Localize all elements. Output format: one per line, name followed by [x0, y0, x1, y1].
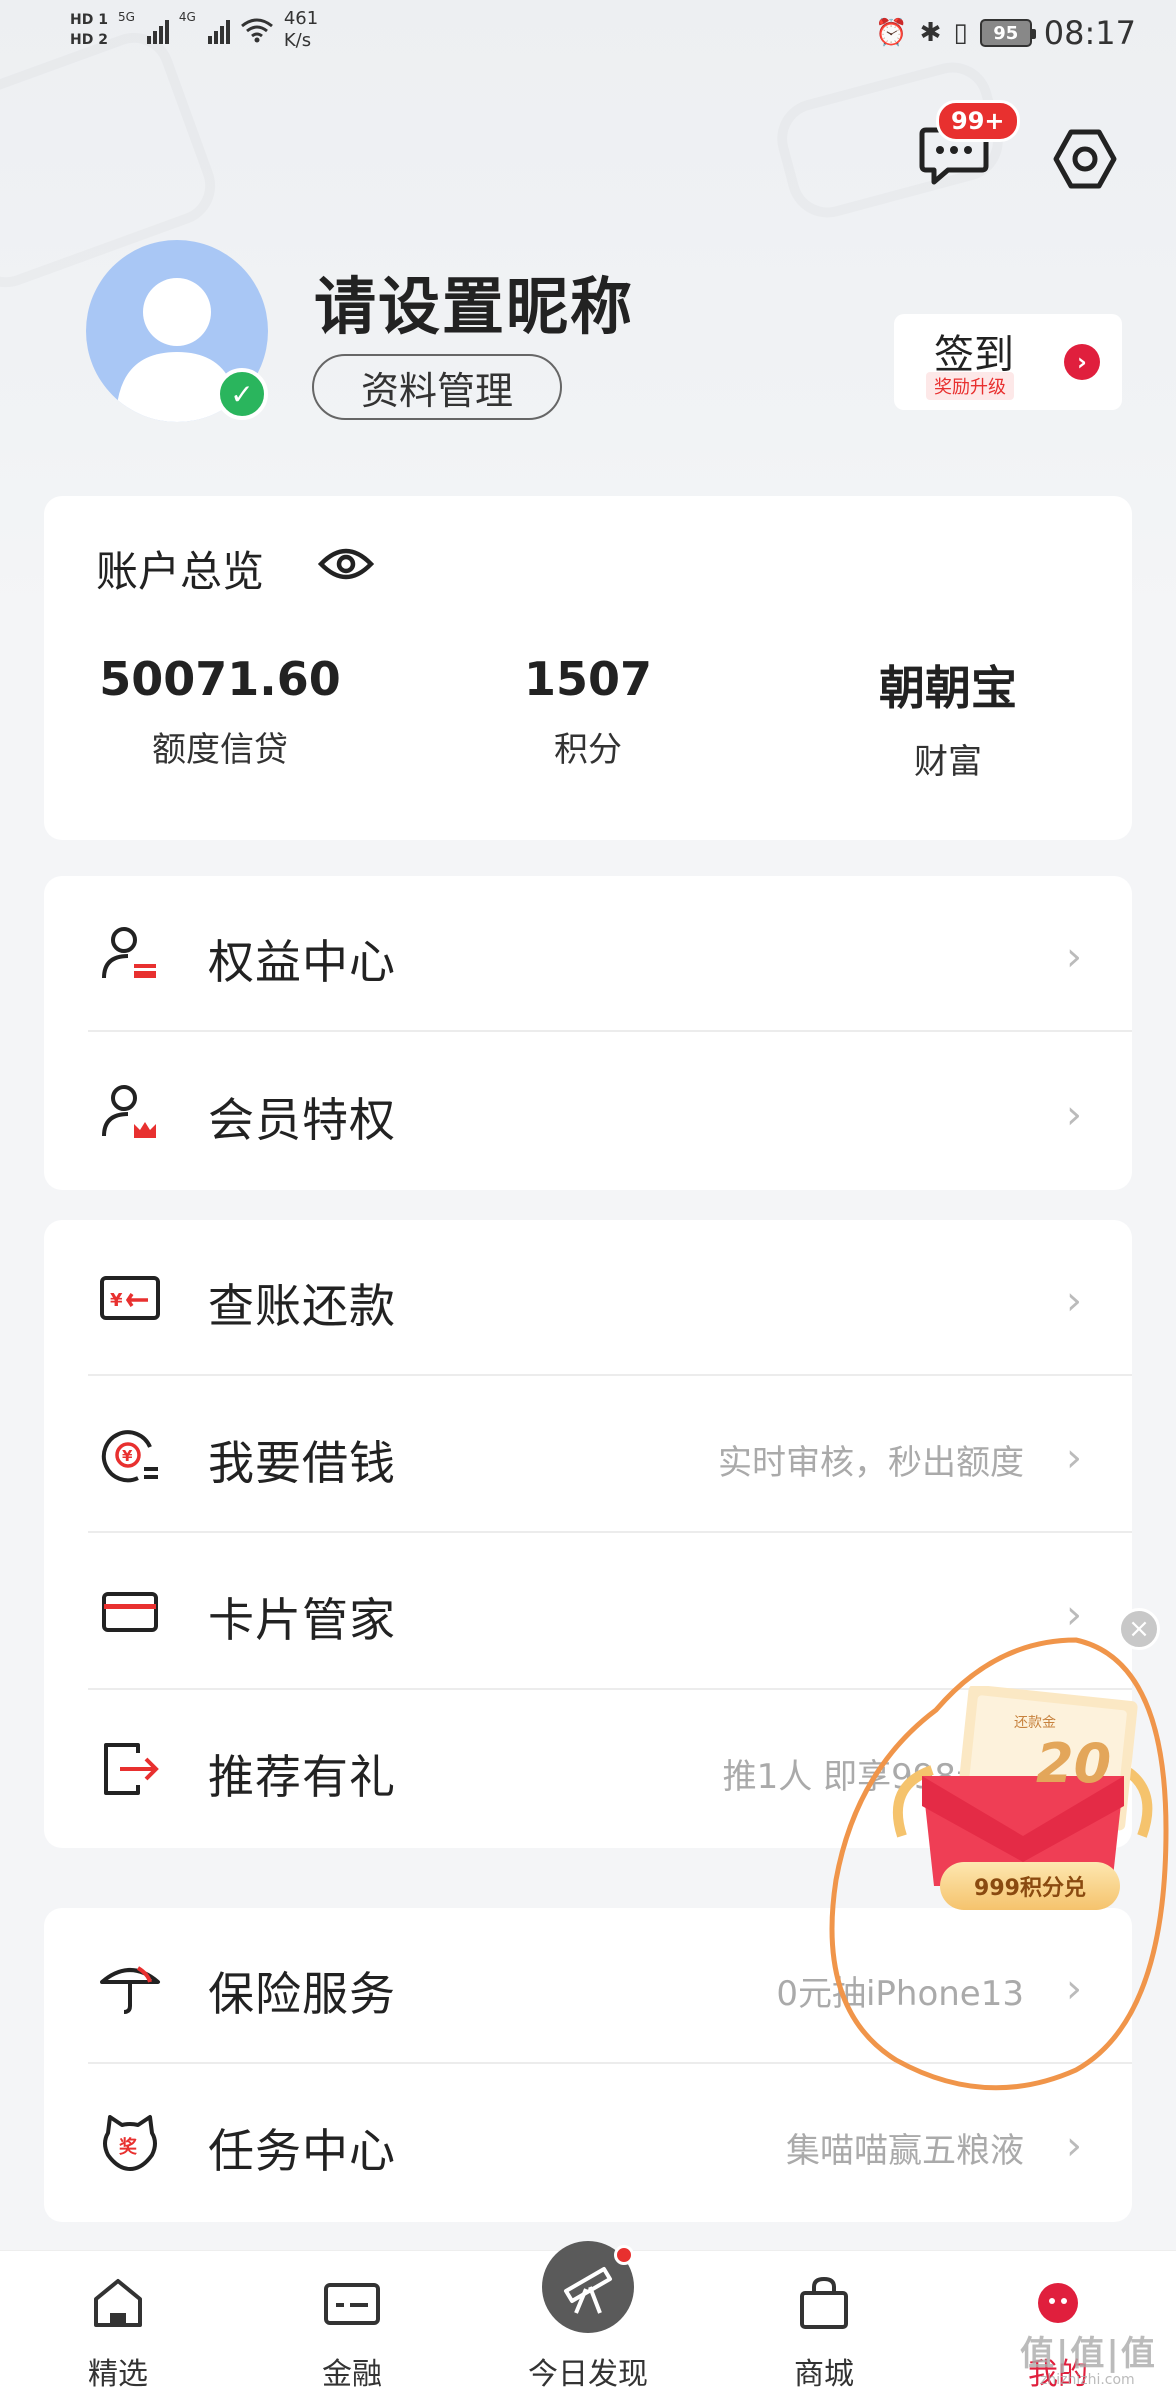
watermark-url: zhizhizhi.com — [1040, 2372, 1135, 2388]
network-5g-label: 5G — [117, 10, 135, 24]
stat-label: 积分 — [554, 730, 622, 770]
notification-dot — [614, 2245, 634, 2265]
watermark: 值|值|值 — [1020, 2334, 1157, 2374]
status-bar: HD 1 HD 2 5G 4G 461 K/s ⏰ ✱ ▯ 95 08:17 — [0, 0, 1176, 72]
hexagon-gear-icon[interactable] — [1052, 126, 1118, 192]
message-badge: 99+ — [936, 100, 1020, 142]
menu-label: 卡片管家 — [208, 1593, 396, 1647]
check-icon: ✓ — [216, 368, 268, 420]
checkin-tag: 奖励升级 — [926, 372, 1014, 400]
menu-label: 查账还款 — [208, 1279, 396, 1333]
vibrate-icon: ▯ — [953, 18, 968, 48]
menu-item-bills[interactable]: ¥ 查账还款 › — [44, 1220, 1132, 1376]
menu-label: 会员特权 — [208, 1093, 396, 1147]
menu-label: 任务中心 — [208, 2124, 396, 2178]
tab-label: 商城 — [794, 2357, 854, 2392]
tab-finance[interactable]: 金融 — [272, 2251, 432, 2400]
card-icon — [102, 1592, 158, 1632]
profile-manage-button[interactable]: 资料管理 — [312, 354, 562, 420]
menu-label: 保险服务 — [208, 1967, 396, 2021]
clock: 08:17 — [1043, 14, 1136, 52]
user-crown-icon — [102, 1085, 156, 1138]
sim1-label: HD 1 — [70, 12, 108, 28]
tab-mall[interactable]: 商城 — [744, 2251, 904, 2400]
share-exit-icon — [104, 1743, 159, 1795]
nickname[interactable]: 请设置昵称 — [314, 256, 634, 346]
checkin-button[interactable]: 签到 奖励升级 › — [894, 314, 1122, 410]
bottom-tab-bar: 精选 金融 今日发现 商城 我的 — [0, 2241, 1176, 2400]
alarm-icon: ⏰ — [875, 18, 908, 48]
menu-label: 推荐有礼 — [208, 1750, 396, 1804]
yuan-coin-icon: ¥ — [101, 1430, 158, 1483]
annotation-circle — [829, 1637, 1169, 2091]
menu-group-benefits: 权益中心 › 会员特权 › — [44, 876, 1132, 1190]
signal-icon — [146, 16, 169, 44]
battery-icon: 95 — [979, 19, 1036, 47]
chevron-right-icon: › — [1066, 2123, 1082, 2169]
stat-points[interactable]: 1507 积分 — [438, 652, 738, 771]
speed-value: 461 — [283, 8, 319, 29]
network-4g-label: 4G — [178, 10, 196, 24]
card-icon — [324, 2283, 380, 2325]
menu-desc: 实时审核，秒出额度 — [718, 1443, 1024, 1483]
menu-desc: 集喵喵赢五粮液 — [786, 2131, 1024, 2171]
chevron-right-icon: › — [1066, 934, 1082, 980]
stat-label: 财富 — [914, 742, 982, 782]
stat-value: 朝朝宝 — [879, 661, 1017, 715]
tab-label: 精选 — [88, 2357, 148, 2392]
network-speed: 461 K/s — [284, 8, 318, 52]
umbrella-icon — [100, 1966, 160, 2014]
menu-label: 权益中心 — [208, 935, 396, 989]
chevron-right-icon: › — [1066, 1092, 1082, 1138]
chevron-right-icon: › — [1066, 1278, 1082, 1324]
speed-unit: K/s — [283, 30, 312, 51]
stat-value: 1507 — [523, 652, 653, 706]
account-overview-card: 账户总览 50071.60 额度信贷 1507 积分 朝朝宝 财富 — [44, 496, 1132, 840]
stat-label: 额度信贷 — [152, 730, 288, 770]
profile-face-icon — [1038, 2283, 1078, 2323]
menu-item-benefits-center[interactable]: 权益中心 › — [44, 876, 1132, 1032]
tab-label: 今日发现 — [528, 2357, 648, 2392]
stat-value: 50071.60 — [99, 652, 341, 706]
menu-item-borrow[interactable]: ¥ 我要借钱 实时审核，秒出额度 › — [44, 1377, 1132, 1533]
stat-credit[interactable]: 50071.60 额度信贷 — [70, 652, 370, 771]
chevron-right-icon: › — [1064, 344, 1100, 380]
user-card-icon — [102, 927, 156, 979]
sim-indicator: HD 1 HD 2 — [70, 12, 108, 48]
tab-label: 金融 — [322, 2357, 382, 2392]
home-icon — [94, 2279, 142, 2327]
overview-title: 账户总览 — [96, 547, 265, 596]
sim2-label: HD 2 — [70, 32, 108, 48]
svg-text:奖: 奖 — [119, 2136, 138, 2158]
svg-text:¥: ¥ — [122, 1447, 133, 1465]
divider — [88, 1030, 1132, 1032]
divider — [88, 1531, 1132, 1533]
divider — [88, 1374, 1132, 1376]
tab-featured[interactable]: 精选 — [38, 2251, 198, 2400]
svg-text:¥: ¥ — [110, 1290, 123, 1311]
bag-icon — [800, 2276, 848, 2329]
bill-card-icon: ¥ — [100, 1276, 160, 1320]
tab-discover[interactable]: 今日发现 — [508, 2241, 668, 2400]
signal-icon — [207, 16, 230, 44]
chevron-right-icon: › — [1066, 1435, 1082, 1481]
eye-icon[interactable] — [318, 544, 374, 584]
wifi-icon — [240, 18, 273, 43]
menu-label: 我要借钱 — [208, 1436, 396, 1490]
menu-item-member-privileges[interactable]: 会员特权 › — [44, 1034, 1132, 1190]
bluetooth-icon: ✱ — [919, 18, 942, 48]
stat-wealth[interactable]: 朝朝宝 财富 — [798, 652, 1098, 783]
prize-cat-icon: 奖 — [103, 2115, 157, 2171]
